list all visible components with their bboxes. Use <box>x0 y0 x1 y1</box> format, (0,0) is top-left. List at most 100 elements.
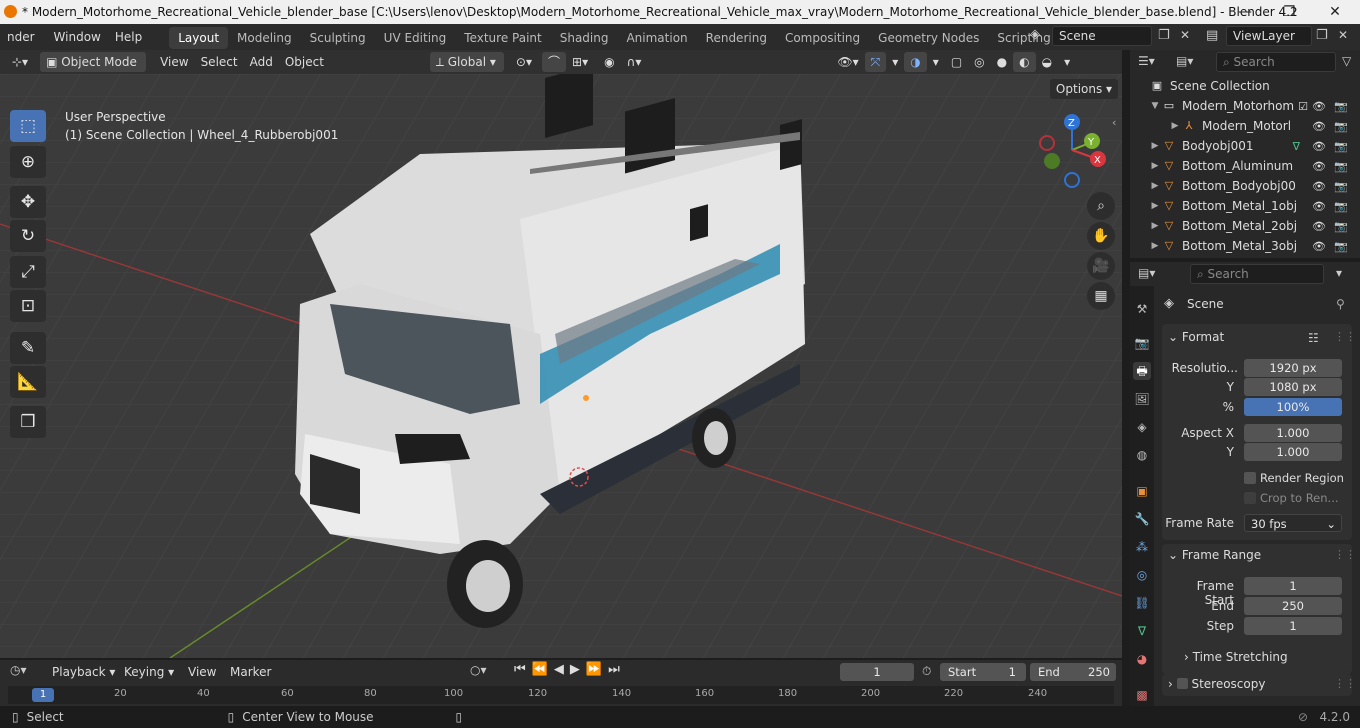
drag-handle-icon[interactable]: ⋮⋮ <box>1334 330 1356 343</box>
crop-checkbox[interactable] <box>1244 492 1256 504</box>
output-tab-icon[interactable]: 🖶 <box>1133 362 1151 380</box>
menu-add[interactable]: Add <box>244 52 279 72</box>
eye-icon[interactable]: 👁 <box>1312 220 1326 233</box>
timer-icon[interactable]: ⏱ <box>922 664 931 679</box>
new-scene-icon[interactable]: ❐ <box>1158 28 1170 43</box>
eye-icon[interactable]: 👁 <box>1312 180 1326 193</box>
tab-geometry-nodes[interactable]: Geometry Nodes <box>869 27 988 49</box>
camera-icon[interactable]: 📷 <box>1334 160 1348 173</box>
outliner-row[interactable]: ▶ ▽ Bottom_Metal_3obj 👁 📷 <box>1130 236 1360 256</box>
eye-icon[interactable]: 👁 <box>1312 240 1326 253</box>
frame-rate-dropdown[interactable]: 30 fps ⌄ <box>1244 514 1342 532</box>
time-stretching-header[interactable]: › Time Stretching <box>1184 650 1288 664</box>
particles-tab-icon[interactable]: ⁂ <box>1133 538 1151 556</box>
rendered-shading-icon[interactable]: ◒ <box>1036 52 1058 72</box>
frame-start-field[interactable]: 1 <box>1244 577 1342 595</box>
zoom-icon[interactable]: ⌕ <box>1087 192 1115 220</box>
drag-handle-icon[interactable]: ⋮⋮ <box>1334 677 1356 690</box>
gizmo-toggle-icon[interactable]: ⤧ <box>864 52 887 72</box>
camera-icon[interactable]: 📷 <box>1334 100 1348 113</box>
frame-step-field[interactable]: 1 <box>1244 617 1342 635</box>
tab-texture-paint[interactable]: Texture Paint <box>455 27 550 49</box>
modifier-tab-icon[interactable]: 🔧 <box>1133 510 1151 528</box>
timeline-editor-icon[interactable]: ◷▾ <box>10 663 27 677</box>
frame-range-header[interactable]: ⌄ Frame Range <box>1168 548 1261 562</box>
rotate-tool[interactable]: ↻ <box>10 220 46 252</box>
maximize-button[interactable]: ❐ <box>1266 0 1312 24</box>
options-button[interactable]: Options ▾ <box>1050 79 1118 99</box>
menu-object[interactable]: Object <box>279 52 330 72</box>
expand-right-icon[interactable]: ▶ <box>1168 121 1182 131</box>
properties-search-input[interactable]: ⌕ Search <box>1190 264 1324 284</box>
aspect-y-field[interactable]: 1.000 <box>1244 443 1342 461</box>
start-frame-field[interactable]: Start 1 <box>940 663 1026 681</box>
snap-icon[interactable]: ⌒ <box>542 52 567 72</box>
frame-end-field[interactable]: 250 <box>1244 597 1342 615</box>
timeline-menu-marker[interactable]: Marker <box>224 662 277 682</box>
tab-uv-editing[interactable]: UV Editing <box>375 27 456 49</box>
navigation-gizmo[interactable]: Z Y X <box>1035 112 1110 190</box>
eye-icon[interactable]: 👁 <box>1312 100 1326 113</box>
eye-icon[interactable]: 👁 <box>1312 160 1326 173</box>
playhead[interactable]: 1 <box>32 688 54 702</box>
view-layer-icon[interactable]: ▤ <box>1206 28 1218 43</box>
minimize-button[interactable]: — <box>1222 0 1268 24</box>
expand-right-icon[interactable]: ▶ <box>1148 221 1162 231</box>
move-tool[interactable]: ✥ <box>10 186 46 218</box>
tab-shading[interactable]: Shading <box>551 27 618 49</box>
data-tab-icon[interactable]: ∇ <box>1133 622 1151 640</box>
editor-type-icon[interactable]: ⊹▾ <box>6 52 34 72</box>
transform-orientation[interactable]: ⟂ Global ▾ <box>429 52 504 72</box>
tab-animation[interactable]: Animation <box>617 27 696 49</box>
expand-right-icon[interactable]: ▶ <box>1148 141 1162 151</box>
view-layer-selector[interactable]: ViewLayer <box>1226 26 1312 46</box>
object-tab-icon[interactable]: ▣ <box>1133 482 1151 500</box>
expand-down-icon[interactable]: ▼ <box>1148 101 1162 111</box>
aspect-x-field[interactable]: 1.000 <box>1244 424 1342 442</box>
drag-handle-icon[interactable]: ⋮⋮ <box>1334 548 1356 561</box>
tab-modeling[interactable]: Modeling <box>228 27 301 49</box>
sidebar-toggle-icon[interactable]: ‹ <box>1112 116 1116 129</box>
checkbox-icon[interactable]: ☑ <box>1298 100 1308 113</box>
menu-view[interactable]: View <box>154 52 194 72</box>
tab-scripting[interactable]: Scripting <box>988 27 1059 49</box>
scene-tab-icon[interactable]: ◈ <box>1133 418 1151 436</box>
properties-editor-icon[interactable]: ▤▾ <box>1138 266 1155 280</box>
outliner-row[interactable]: ▶ ▽ Bottom_Metal_1obj 👁 📷 <box>1130 196 1360 216</box>
ortho-grid-icon[interactable]: ▦ <box>1087 282 1115 310</box>
new-view-layer-icon[interactable]: ❐ <box>1316 28 1328 43</box>
menu-help[interactable]: Help <box>108 24 149 50</box>
timeline-menu-playback[interactable]: Playback ▾ <box>46 662 121 682</box>
camera-icon[interactable]: 📷 <box>1334 180 1348 193</box>
snap-target-icon[interactable]: ⊞▾ <box>566 52 594 72</box>
outliner-root[interactable]: ▣ Scene Collection <box>1130 76 1360 96</box>
wireframe-shading-icon[interactable]: ◎ <box>968 52 990 72</box>
outliner-row[interactable]: ▶ ▽ Bodyobj001 ∇ 👁 📷 <box>1130 136 1360 156</box>
camera-icon[interactable]: 📷 <box>1334 240 1348 253</box>
outliner-row[interactable]: ▼ ▭ Modern_Motorhom ☑ 👁 📷 <box>1130 96 1360 116</box>
outliner-row[interactable]: ▶ ⅄ Modern_Motorl 👁 📷 <box>1130 116 1360 136</box>
eye-icon[interactable]: 👁 <box>1312 120 1326 133</box>
cursor-tool[interactable]: ⊕ <box>10 146 46 178</box>
render-region-checkbox[interactable] <box>1244 472 1256 484</box>
resolution-percent-field[interactable]: 100% <box>1244 398 1342 416</box>
camera-icon[interactable]: 📷 <box>1334 200 1348 213</box>
presets-icon[interactable]: ☷ <box>1308 331 1319 345</box>
timeline-menu-view[interactable]: View <box>182 662 222 682</box>
scene-selector[interactable]: Scene <box>1052 26 1152 46</box>
scene-icon[interactable]: ◈ <box>1030 27 1048 45</box>
expand-right-icon[interactable]: ▶ <box>1148 161 1162 171</box>
mesh-data-icon[interactable]: ∇ <box>1293 140 1300 153</box>
xray-icon[interactable]: ▢ <box>945 52 968 72</box>
end-frame-field[interactable]: End 250 <box>1030 663 1116 681</box>
eye-icon[interactable]: 👁 <box>1312 200 1326 213</box>
current-frame-field[interactable]: 1 <box>840 663 914 681</box>
visibility-icon[interactable]: 👁▾ <box>831 52 864 72</box>
gizmo-menu-icon[interactable]: ▾ <box>886 52 904 72</box>
transform-tool[interactable]: ⊡ <box>10 290 46 322</box>
tab-sculpting[interactable]: Sculpting <box>301 27 375 49</box>
expand-right-icon[interactable]: ▶ <box>1148 241 1162 251</box>
pivot-icon[interactable]: ⊙▾ <box>510 52 538 72</box>
resolution-x-field[interactable]: 1920 px <box>1244 359 1342 377</box>
outliner-row[interactable]: ▶ ▽ Bottom_Metal_2obj 👁 📷 <box>1130 216 1360 236</box>
